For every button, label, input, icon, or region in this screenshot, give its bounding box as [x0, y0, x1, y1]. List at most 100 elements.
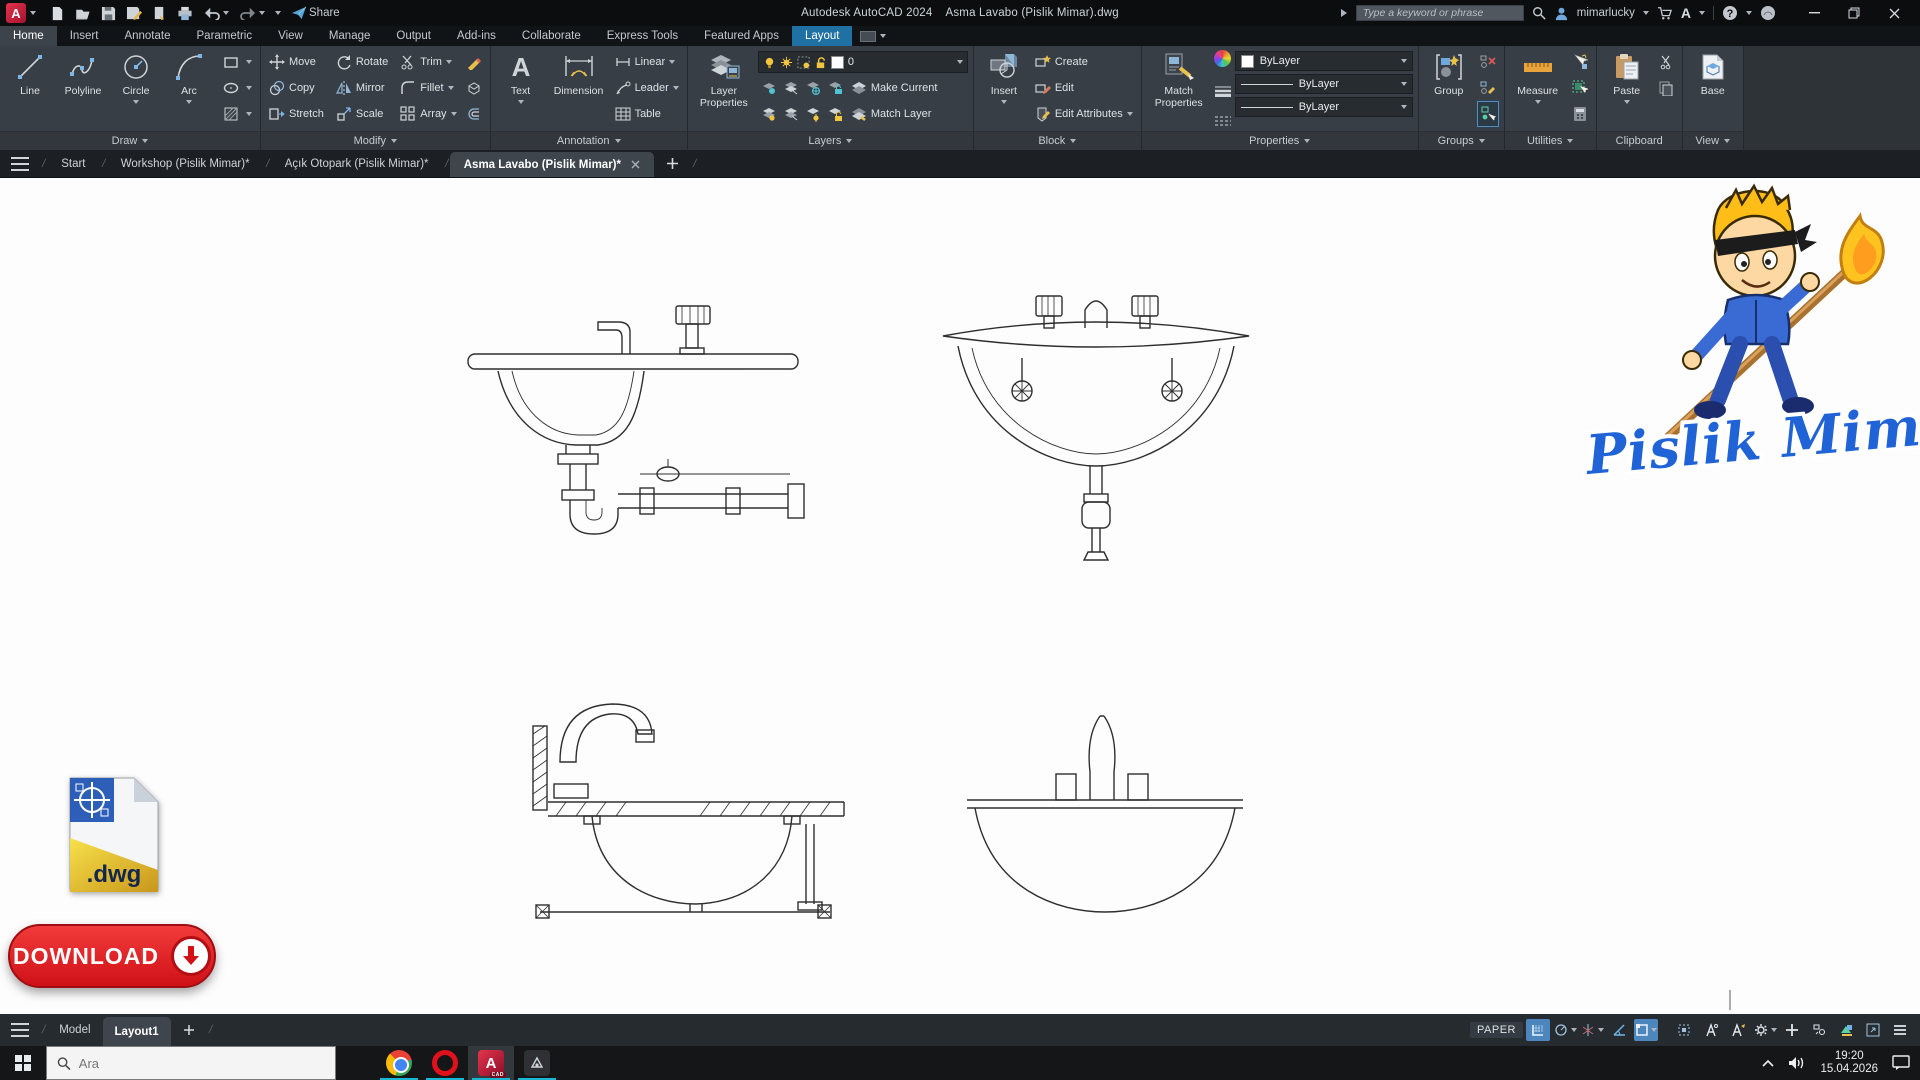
paper-space-indicator[interactable]: PAPER [1470, 1022, 1523, 1038]
block-edit-button[interactable]: Edit [1032, 75, 1136, 101]
workspace-switching-button[interactable] [1780, 1019, 1804, 1041]
layer-unlock-button-icon[interactable] [824, 101, 846, 127]
clean-screen-button[interactable] [1861, 1019, 1885, 1041]
base-button[interactable]: Base [1688, 49, 1738, 131]
tab-parametric[interactable]: Parametric [184, 26, 266, 46]
panel-label-groups[interactable]: Groups [1419, 131, 1504, 150]
copy-clip-icon[interactable] [1655, 75, 1677, 101]
cart-icon[interactable] [1657, 6, 1673, 20]
redo-icon[interactable] [239, 6, 265, 20]
panel-label-view[interactable]: View [1683, 131, 1743, 150]
volume-icon[interactable] [1788, 1056, 1806, 1070]
layout-menu-icon[interactable] [0, 1029, 40, 1031]
user-menu-caret-icon[interactable] [1643, 11, 1649, 15]
drawing-canvas[interactable]: Pislik Mimar .dwg DOWNLOAD [0, 178, 1920, 1014]
user-avatar-icon[interactable] [1554, 6, 1569, 21]
taskbar-clock[interactable]: 19:20 15.04.2026 [1820, 1050, 1878, 1076]
layer-unisolate-icon[interactable] [780, 101, 802, 127]
measure-button[interactable]: Measure [1510, 49, 1566, 131]
taskbar-search[interactable] [46, 1046, 336, 1080]
match-properties-button[interactable]: Match Properties [1147, 49, 1211, 131]
layer-dropdown[interactable]: 0 [758, 51, 968, 73]
hatch-caret-icon[interactable] [246, 112, 252, 116]
annotation-scale-gear[interactable] [1753, 1019, 1777, 1041]
doc-tab-start[interactable]: Start [47, 150, 99, 177]
assistant-icon[interactable] [1760, 5, 1776, 21]
panel-label-utilities[interactable]: Utilities [1505, 131, 1596, 150]
selection-cycling-toggle[interactable] [1672, 1019, 1696, 1041]
units-button[interactable] [1834, 1019, 1858, 1041]
mirror-button[interactable]: Mirror [333, 75, 391, 101]
tab-layout[interactable]: Layout [792, 26, 853, 46]
annotation-monitor-button[interactable] [1807, 1019, 1831, 1041]
panel-label-modify[interactable]: Modify [261, 131, 490, 150]
layer-isolate-icon[interactable] [780, 75, 802, 101]
linear-caret-icon[interactable] [669, 60, 675, 64]
move-button[interactable]: Move [266, 49, 327, 75]
match-layer-button[interactable]: Match Layer [848, 101, 941, 127]
text-button[interactable]: A Text [496, 49, 546, 131]
username[interactable]: mimarlucky [1577, 7, 1635, 19]
lineweight-dropdown[interactable]: ByLayer [1235, 74, 1413, 94]
cut-icon[interactable] [1655, 49, 1677, 75]
rectangle-tool-icon[interactable] [220, 49, 242, 75]
quick-calculator-icon[interactable] [1569, 101, 1591, 127]
help-icon[interactable]: ? [1722, 5, 1738, 21]
linetype-dropdown[interactable]: ByLayer [1235, 97, 1413, 117]
panel-label-clipboard[interactable]: Clipboard [1597, 131, 1682, 150]
help-caret-icon[interactable] [1746, 11, 1752, 15]
isometric-drafting-toggle[interactable] [1580, 1019, 1604, 1041]
explode-icon[interactable] [463, 75, 485, 101]
layer-off-icon[interactable] [758, 75, 780, 101]
qat-customize-caret-icon[interactable] [275, 11, 281, 15]
model-tab[interactable]: Model [47, 1014, 102, 1046]
autodesk-apps-icon[interactable]: A [1681, 5, 1691, 21]
tab-add-ins[interactable]: Add-ins [444, 26, 509, 46]
fillet-caret-icon[interactable] [448, 86, 454, 90]
ellipse-caret-icon[interactable] [246, 86, 252, 90]
autocad-app-menu-icon[interactable]: A [6, 3, 26, 23]
rotate-button[interactable]: Rotate [333, 49, 391, 75]
copy-button[interactable]: Copy [266, 75, 327, 101]
ungroup-icon[interactable] [1477, 49, 1499, 75]
download-button[interactable]: DOWNLOAD [8, 924, 216, 988]
lineweight-icon[interactable] [1214, 85, 1232, 97]
open-folder-icon[interactable] [75, 6, 91, 21]
new-doc-tab-button[interactable] [654, 150, 691, 177]
tray-expand-icon[interactable] [1762, 1059, 1774, 1067]
start-button[interactable] [0, 1046, 46, 1080]
print-icon[interactable] [177, 6, 193, 21]
panel-label-layers[interactable]: Layers [688, 131, 973, 150]
doc-tab-workshop[interactable]: Workshop (Pislik Mimar)* [107, 150, 264, 177]
autoscale-annotation-toggle[interactable] [1726, 1019, 1750, 1041]
dimension-button[interactable]: Dimension [549, 49, 609, 131]
edit-attributes-caret-icon[interactable] [1127, 112, 1133, 116]
layer-lock-icon[interactable] [824, 75, 846, 101]
group-button[interactable]: Group [1424, 49, 1474, 131]
taskbar-search-input[interactable] [79, 1056, 325, 1071]
layer-freeze-button-icon[interactable] [802, 75, 824, 101]
plot-icon[interactable] [152, 6, 167, 21]
trim-button[interactable]: Trim [397, 49, 459, 75]
layer-thaw-icon[interactable] [802, 101, 824, 127]
tab-insert[interactable]: Insert [57, 26, 112, 46]
undo-icon[interactable] [203, 6, 229, 20]
customization-menu-icon[interactable] [1888, 1019, 1912, 1041]
taskbar-opera-icon[interactable] [422, 1046, 468, 1080]
object-snap-toggle[interactable] [1634, 1019, 1658, 1041]
close-tab-icon[interactable] [631, 160, 640, 169]
search-collapse-icon[interactable] [1340, 8, 1348, 18]
layer-properties-button[interactable]: Layer Properties [693, 49, 755, 131]
tab-annotate[interactable]: Annotate [111, 26, 183, 46]
edit-attributes-button[interactable]: Edit Attributes [1032, 101, 1136, 127]
doc-tab-asma-lavabo-active[interactable]: Asma Lavabo (Pislik Mimar)* [450, 152, 654, 177]
apps-caret-icon[interactable] [1699, 11, 1705, 15]
select-similar-icon[interactable] [1569, 75, 1591, 101]
annotation-visibility-toggle[interactable] [1699, 1019, 1723, 1041]
layer-on-button-icon[interactable] [758, 101, 780, 127]
panel-label-properties[interactable]: Properties [1142, 131, 1418, 150]
tab-featured-apps[interactable]: Featured Apps [691, 26, 792, 46]
grid-display-toggle[interactable] [1526, 1019, 1550, 1041]
block-create-button[interactable]: Create [1032, 49, 1136, 75]
paste-button[interactable]: Paste [1602, 49, 1652, 131]
